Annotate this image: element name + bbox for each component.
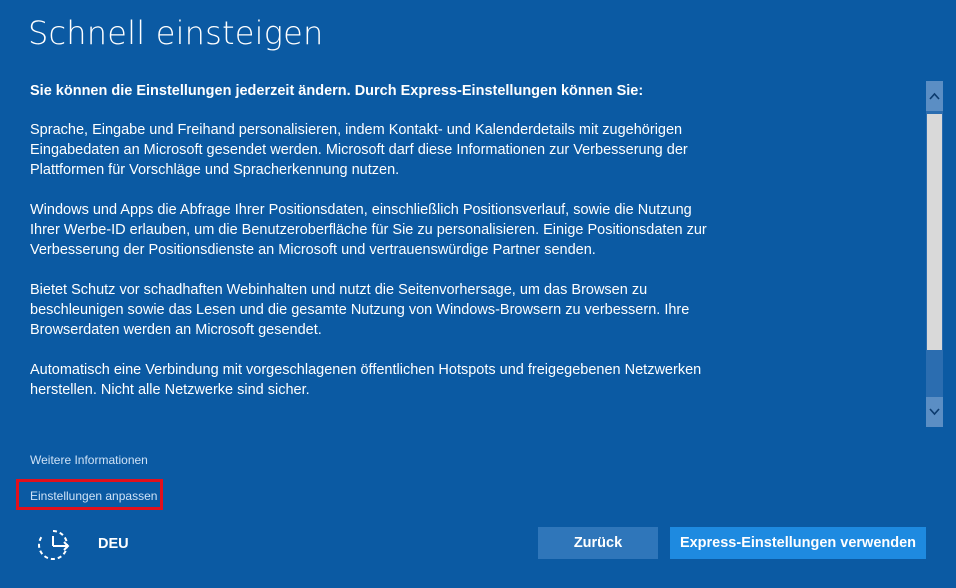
more-info-link[interactable]: Weitere Informationen <box>30 453 148 467</box>
scroll-down-button[interactable] <box>926 397 943 427</box>
chevron-up-icon <box>929 92 940 100</box>
scroll-up-button[interactable] <box>926 81 943 111</box>
paragraph-location: Windows und Apps die Abfrage Ihrer Posit… <box>30 202 707 258</box>
paragraph-hotspots: Automatisch eine Verbindung mit vorgesch… <box>30 362 702 398</box>
back-button[interactable]: Zurück <box>538 527 658 559</box>
chevron-down-icon <box>929 408 940 416</box>
ease-of-access-icon-graphic <box>38 530 70 560</box>
paragraph-personalization: Sprache, Eingabe und Freihand personalis… <box>30 122 688 178</box>
vertical-scrollbar[interactable] <box>926 81 943 427</box>
customize-settings-link[interactable]: Einstellungen anpassen <box>30 489 157 503</box>
settings-description: Sie können die Einstellungen jederzeit ä… <box>30 81 900 427</box>
paragraph-browser: Bietet Schutz vor schadhaften Webinhalte… <box>30 282 690 338</box>
intro-text: Sie können die Einstellungen jederzeit ä… <box>30 83 644 99</box>
scroll-thumb[interactable] <box>927 114 942 350</box>
language-indicator[interactable]: DEU <box>98 536 129 552</box>
ease-of-access-icon[interactable] <box>35 527 71 563</box>
use-express-settings-button[interactable]: Express-Einstellungen verwenden <box>670 527 926 559</box>
page-title: Schnell einsteigen <box>28 14 324 52</box>
